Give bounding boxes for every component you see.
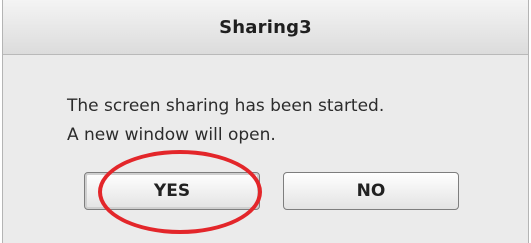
dialog-titlebar: Sharing3 xyxy=(3,0,528,55)
yes-button-label: YES xyxy=(153,181,191,201)
yes-button[interactable]: YES xyxy=(84,172,260,210)
no-button-label: NO xyxy=(356,181,386,201)
dialog-message: The screen sharing has been started. A n… xyxy=(67,92,384,150)
message-line-1: The screen sharing has been started. xyxy=(67,96,385,116)
dialog-title: Sharing3 xyxy=(219,17,312,38)
no-button[interactable]: NO xyxy=(283,172,459,210)
message-line-2: A new window will open. xyxy=(67,125,276,145)
sharing-dialog: Sharing3 The screen sharing has been sta… xyxy=(2,0,529,243)
